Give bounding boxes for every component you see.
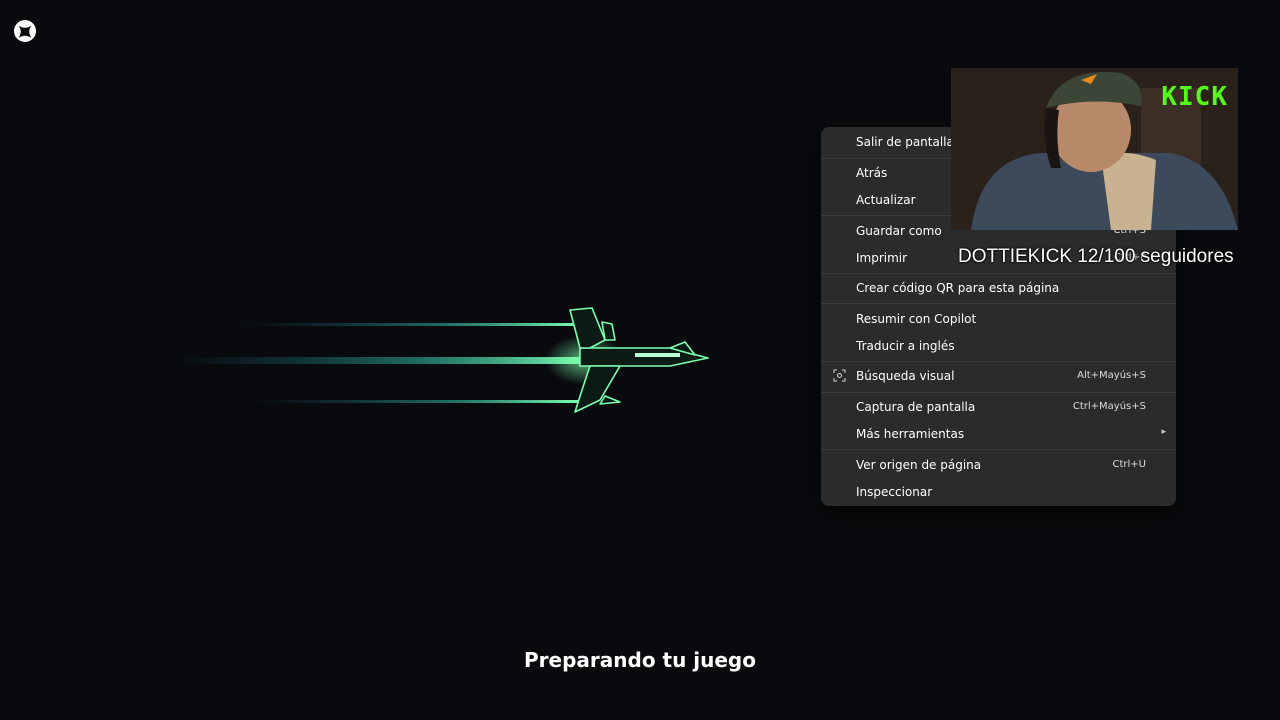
- menu-item-create-qr-code[interactable]: Crear código QR para esta página: [821, 275, 1176, 301]
- fighter-jet-icon: [170, 307, 709, 413]
- menu-item-label: Guardar como: [856, 224, 942, 238]
- menu-item-shortcut: Alt+Mayús+S: [1077, 370, 1146, 381]
- menu-item-label: Más herramientas: [856, 427, 965, 441]
- menu-item-label: Atrás: [856, 166, 888, 180]
- webcam-overlay: KICK: [951, 68, 1238, 230]
- menu-item-screenshot[interactable]: Captura de pantalla Ctrl+Mayús+S: [821, 394, 1176, 420]
- menu-separator: [821, 392, 1176, 393]
- menu-separator: [821, 449, 1176, 450]
- menu-item-label: Imprimir: [856, 251, 908, 265]
- kick-logo: KICK: [1161, 82, 1228, 112]
- menu-separator: [821, 273, 1176, 274]
- menu-item-visual-search[interactable]: Búsqueda visual Alt+Mayús+S: [821, 363, 1176, 389]
- menu-item-label: Inspeccionar: [856, 485, 933, 499]
- chevron-right-icon: ▸: [1161, 427, 1166, 437]
- xbox-logo-icon: [14, 20, 36, 42]
- menu-item-label: Actualizar: [856, 193, 916, 207]
- menu-item-shortcut: Ctrl+U: [1112, 459, 1147, 470]
- loading-status-text: Preparando tu juego: [524, 648, 756, 672]
- menu-item-label: Crear código QR para esta página: [856, 281, 1060, 295]
- visual-search-icon: [833, 369, 846, 382]
- menu-separator: [821, 361, 1176, 362]
- menu-item-translate[interactable]: Traducir a inglés: [821, 333, 1176, 359]
- menu-item-inspect[interactable]: Inspeccionar: [821, 479, 1176, 505]
- menu-item-summarize-copilot[interactable]: Resumir con Copilot: [821, 306, 1176, 332]
- menu-item-more-tools[interactable]: Más herramientas ▸: [821, 421, 1176, 447]
- menu-item-view-source[interactable]: Ver origen de página Ctrl+U: [821, 452, 1176, 478]
- menu-item-label: Ver origen de página: [856, 458, 982, 472]
- menu-item-label: Traducir a inglés: [856, 339, 955, 353]
- menu-item-label: Resumir con Copilot: [856, 312, 977, 326]
- menu-separator: [821, 303, 1176, 304]
- menu-item-label: Captura de pantalla: [856, 400, 976, 414]
- follower-goal-text: DOTTIEKICK 12/100 seguidores: [958, 246, 1234, 267]
- menu-item-shortcut: Ctrl+Mayús+S: [1072, 401, 1146, 412]
- menu-item-label: Búsqueda visual: [856, 369, 955, 383]
